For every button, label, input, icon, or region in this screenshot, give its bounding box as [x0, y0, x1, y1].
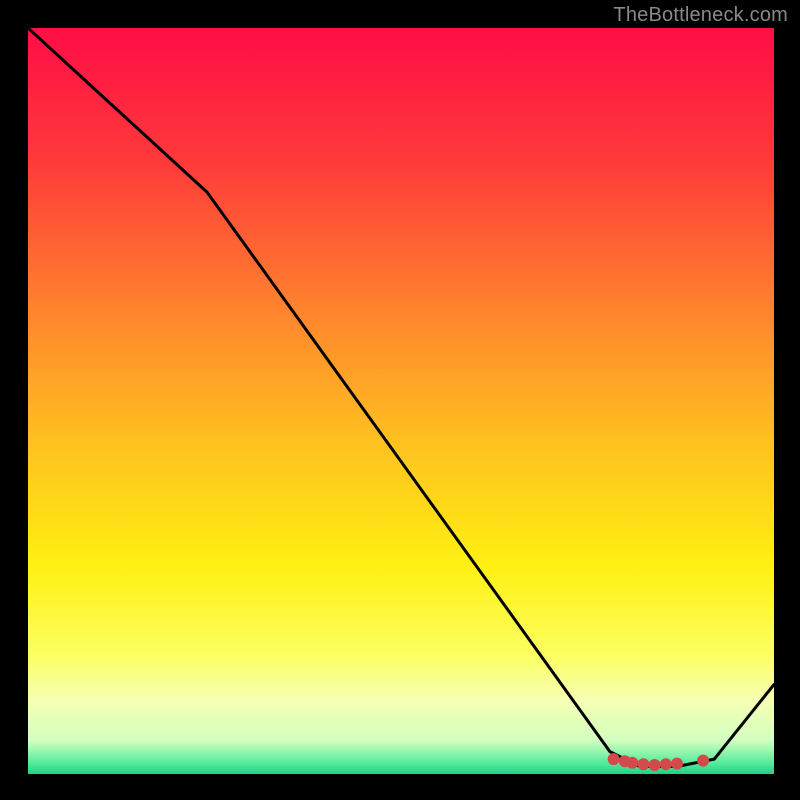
marker-point: [671, 758, 683, 770]
chart-svg: [28, 28, 774, 774]
plot-background: [28, 28, 774, 774]
marker-point: [626, 757, 638, 769]
attribution-text: TheBottleneck.com: [613, 4, 788, 27]
marker-point: [697, 755, 709, 767]
marker-point: [649, 759, 661, 771]
marker-point: [608, 753, 620, 765]
marker-point: [637, 758, 649, 770]
chart-stage: TheBottleneck.com: [0, 0, 800, 800]
marker-point: [660, 758, 672, 770]
